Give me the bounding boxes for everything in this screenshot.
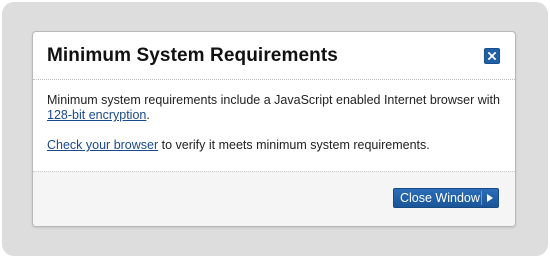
check-browser-paragraph: Check your browser to verify it meets mi…	[47, 138, 501, 153]
encryption-link[interactable]: 128-bit encryption	[47, 108, 146, 122]
period-text: .	[146, 108, 150, 122]
dialog-body: Minimum system requirements include a Ja…	[47, 93, 501, 153]
requirements-text: Minimum system requirements include a Ja…	[47, 93, 500, 107]
close-icon-button[interactable]	[484, 48, 500, 64]
check-browser-link[interactable]: Check your browser	[47, 138, 158, 152]
close-window-label: Close Window	[400, 191, 480, 205]
dialog-header: Minimum System Requirements	[33, 32, 515, 80]
close-window-button[interactable]: Close Window	[393, 188, 499, 208]
requirements-paragraph: Minimum system requirements include a Ja…	[47, 93, 501, 123]
dialog-footer: Close Window	[33, 171, 515, 226]
system-requirements-dialog: Minimum System Requirements Minimum syst…	[32, 31, 516, 227]
triangle-right-icon	[482, 194, 498, 202]
close-icon	[488, 52, 496, 60]
dialog-title: Minimum System Requirements	[47, 45, 338, 66]
verify-text: to verify it meets minimum system requir…	[158, 138, 430, 152]
